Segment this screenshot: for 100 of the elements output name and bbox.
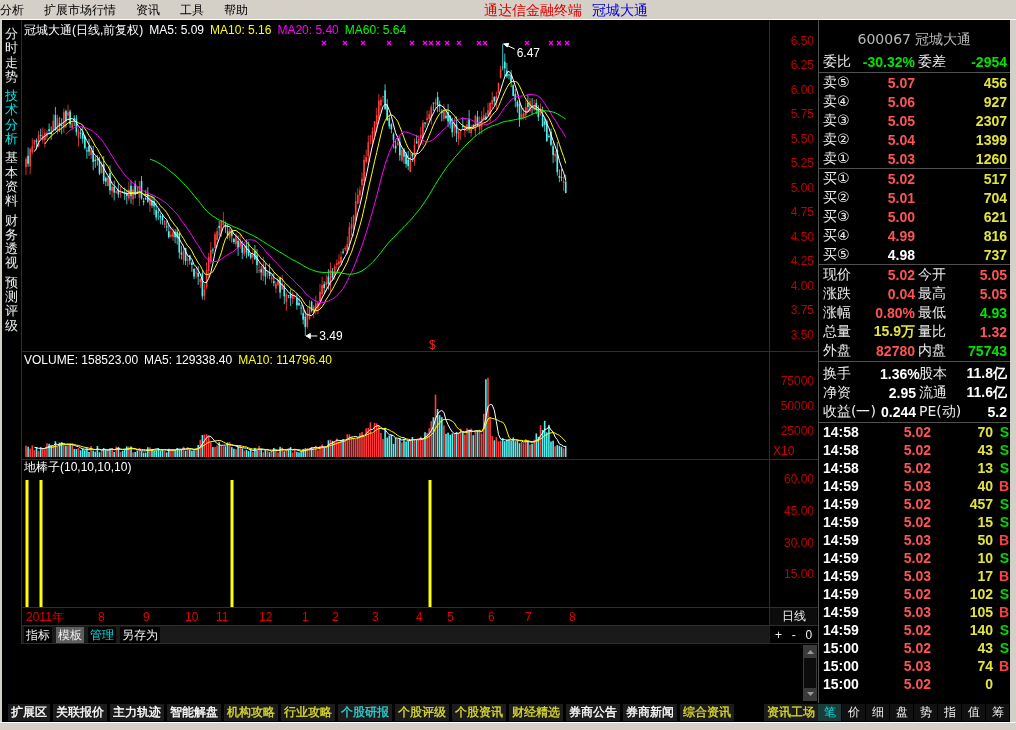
bottom-tab[interactable]: 主力轨迹 (110, 704, 164, 721)
detail-tab[interactable]: 指 (938, 704, 962, 721)
trade-time: 14:58 (823, 441, 860, 458)
scroll-up-button[interactable] (804, 646, 816, 658)
trade-price: 5.03 (902, 477, 931, 494)
volume-axis-label: 25000 (779, 422, 815, 440)
zoom-button[interactable]: 0 (803, 626, 815, 643)
ma-value: MA10: 5.16 (210, 23, 272, 37)
quote-label: 外盘 (823, 342, 852, 361)
trade-time: 14:59 (823, 549, 860, 566)
volume-axis-label: 50000 (779, 397, 815, 415)
quote-value: 15.9万 (872, 323, 915, 342)
order-volume: 927 (982, 93, 1007, 110)
quote-label: 总量 (823, 323, 852, 342)
indicator-axis-label: 15.00 (782, 566, 815, 584)
trade-volume: 17 (976, 567, 993, 584)
trade-price: 5.03 (902, 657, 931, 674)
stock-title: 冠城大通 (592, 0, 648, 19)
order-volume: 816 (982, 227, 1007, 244)
bottom-tab[interactable]: 券商新闻 (623, 704, 677, 721)
zoom-button[interactable]: + (772, 626, 784, 643)
trade-side: S (998, 441, 1009, 458)
trade-side: B (997, 567, 1009, 584)
order-level-label: 买② (823, 188, 851, 207)
bottom-tab[interactable]: 综合资讯 (680, 704, 734, 721)
trade-side: B (997, 477, 1009, 494)
menu-item[interactable]: 资讯 (136, 0, 160, 19)
price-axis-label: 5.00 (789, 179, 815, 197)
trade-volume: 102 (968, 585, 993, 602)
zoom-button[interactable]: - (789, 626, 798, 643)
trade-side: B (997, 603, 1009, 620)
detail-tab[interactable]: 笔 (818, 704, 842, 721)
side-tab[interactable]: 预测评级 (5, 275, 18, 333)
cross-marker-icon (444, 40, 450, 46)
trade-side: S (998, 621, 1009, 638)
menu-item[interactable]: 分析 (0, 0, 24, 19)
side-tab[interactable]: 技术分析 (5, 89, 18, 147)
trade-volume: 105 (968, 603, 993, 620)
trade-price: 5.02 (902, 459, 931, 476)
trade-time: 15:00 (823, 675, 860, 692)
bottom-tab[interactable]: 个股资讯 (452, 704, 506, 721)
detail-tab[interactable]: 势 (914, 704, 938, 721)
trade-time: 14:59 (823, 495, 860, 512)
cross-marker-icon (524, 40, 530, 46)
chart-title: 冠城大通(日线,前复权) (24, 21, 144, 39)
quote-label: PE(动) (918, 403, 962, 422)
template-tab[interactable]: 另存为 (120, 626, 160, 643)
bottom-tab[interactable]: 个股研报 (338, 704, 392, 721)
trade-price: 5.03 (902, 531, 931, 548)
scrollbar[interactable] (803, 645, 817, 701)
detail-tab[interactable]: 盘 (890, 704, 914, 721)
trade-volume: 40 (976, 477, 993, 494)
quote-value: -30.32% (861, 54, 915, 70)
menu-item[interactable]: 扩展市场行情 (44, 0, 116, 19)
order-volume: 621 (982, 208, 1007, 225)
trade-price: 5.02 (902, 441, 931, 458)
detail-tab[interactable]: 价 (842, 704, 866, 721)
cross-marker-icon (342, 40, 348, 46)
detail-tab[interactable]: 细 (866, 704, 890, 721)
trade-volume: 70 (976, 423, 993, 440)
ma-value: MA5: 5.09 (149, 23, 205, 37)
trade-time: 15:00 (823, 639, 860, 656)
template-tab[interactable]: 指标 (24, 626, 52, 643)
order-level-label: 买③ (823, 207, 851, 226)
bottom-tab[interactable]: 机构攻略 (224, 704, 278, 721)
trade-time: 14:58 (823, 459, 860, 476)
triangle-down-icon (806, 692, 814, 696)
bottom-tab[interactable]: 行业攻略 (281, 704, 335, 721)
price-axis-label: 6.00 (789, 81, 815, 99)
trade-side: S (998, 459, 1009, 476)
side-tab[interactable]: 基本资料 (5, 151, 18, 209)
quote-value: 75743 (967, 343, 1007, 360)
price-axis-label: 4.00 (789, 277, 815, 295)
menu-item[interactable]: 帮助 (224, 0, 248, 19)
stock-header: 600067 冠城大通 (856, 30, 973, 49)
bottom-tab[interactable]: 券商公告 (566, 704, 620, 721)
price-axis-label: 6.50 (789, 32, 815, 50)
detail-tab[interactable]: 值 (962, 704, 986, 721)
detail-tab[interactable]: 筹 (986, 704, 1010, 721)
scroll-down-button[interactable] (804, 688, 816, 700)
order-volume: 1260 (974, 150, 1007, 167)
volume-value: MA10: 114796.40 (238, 352, 332, 367)
side-tab[interactable]: 财务透视 (5, 213, 18, 271)
bottom-tab[interactable]: 财经精选 (509, 704, 563, 721)
menu-item[interactable]: 工具 (180, 0, 204, 19)
price-axis-label: 4.75 (789, 204, 815, 222)
bottom-tab[interactable]: 关联报价 (53, 704, 107, 721)
template-tab[interactable]: 模板 (56, 626, 84, 643)
bottom-tab[interactable]: 智能解盘 (167, 704, 221, 721)
quote-value: 11.8亿 (965, 365, 1007, 384)
bottom-tab[interactable]: 扩展区 (8, 704, 50, 721)
trade-price: 5.02 (902, 639, 931, 656)
trade-side: S (998, 585, 1009, 602)
bottom-tab[interactable]: 资讯工场 (764, 704, 818, 721)
date-label: 8 (98, 610, 105, 624)
template-tab[interactable]: 管理 (88, 626, 116, 643)
bottom-tab[interactable]: 个股评级 (395, 704, 449, 721)
side-tab[interactable]: 分时走势 (5, 27, 18, 85)
quote-label: 今开 (917, 265, 947, 284)
quote-label: 涨跌 (823, 284, 852, 303)
